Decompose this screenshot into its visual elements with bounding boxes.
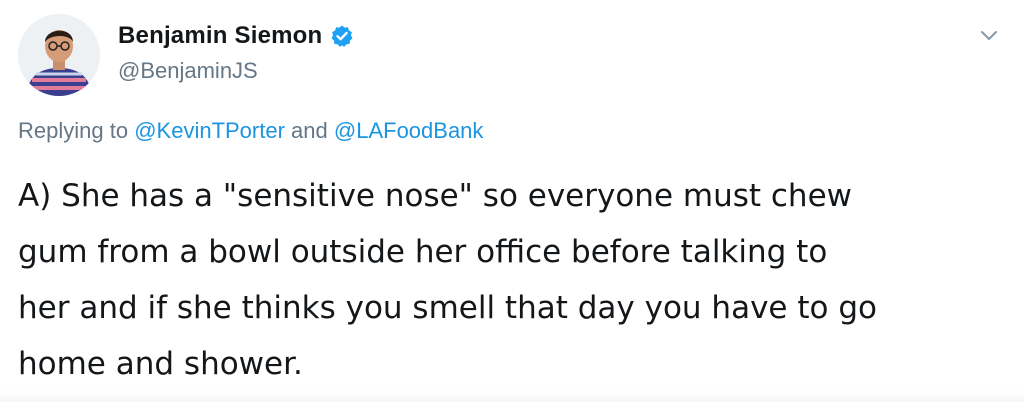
replying-to: Replying to @KevinTPorter and @LAFoodBan…: [18, 118, 483, 144]
mention-link-kevintporter[interactable]: @KevinTPorter: [134, 118, 285, 143]
chevron-down-icon[interactable]: [976, 22, 1002, 48]
avatar[interactable]: [18, 14, 100, 96]
tweet-text: A) She has a "sensitive nose" so everyon…: [18, 168, 1008, 392]
bottom-divider: [0, 390, 1024, 402]
author-name-row: Benjamin Siemon: [118, 22, 354, 50]
mention-link-lafoodbank[interactable]: @LAFoodBank: [334, 118, 484, 143]
tweet-card: Benjamin Siemon @BenjaminJS Replying to …: [0, 0, 1024, 402]
replying-to-label: Replying to: [18, 118, 129, 143]
verified-badge-icon: [330, 24, 354, 48]
author-display-name[interactable]: Benjamin Siemon: [118, 22, 322, 50]
avatar-image: [18, 14, 100, 96]
replying-to-joiner: and: [291, 118, 328, 143]
tweet-text-line: home and shower.: [18, 346, 303, 382]
tweet-text-line: A) She has a "sensitive nose" so everyon…: [18, 178, 853, 214]
author-handle[interactable]: @BenjaminJS: [118, 58, 258, 84]
tweet-text-line: her and if she thinks you smell that day…: [18, 290, 877, 326]
tweet-text-line: gum from a bowl outside her office befor…: [18, 234, 828, 270]
